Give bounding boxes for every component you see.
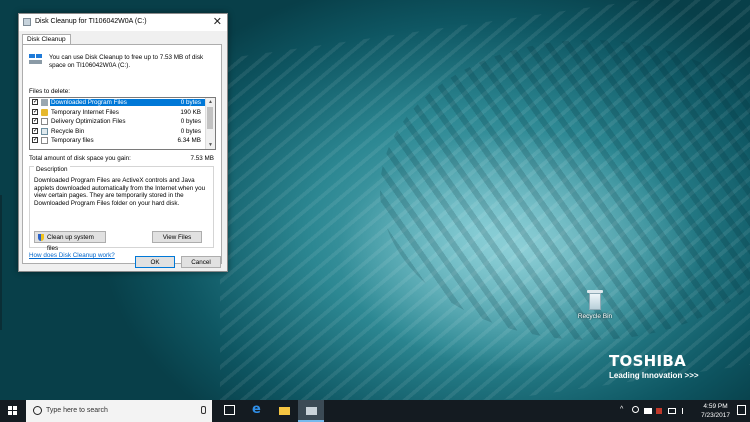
taskbar-clock[interactable]: 4:59 PM 7/23/2017	[701, 402, 730, 420]
list-item[interactable]: ✓ Delivery Optimization Files 0 bytes	[30, 117, 215, 127]
view-files-button[interactable]: View Files	[152, 231, 202, 243]
dialog-titlebar[interactable]: Disk Cleanup for TI106042W0A (C:) ✕	[19, 14, 227, 31]
folder-icon	[279, 407, 290, 415]
checkbox-delivery-optimization-files[interactable]: ✓	[32, 118, 38, 125]
total-label: Total amount of disk space you gain:	[29, 155, 131, 162]
battery-icon[interactable]	[668, 408, 676, 414]
chevron-up-icon[interactable]: ^	[620, 406, 623, 413]
scrollbar-thumb[interactable]	[207, 107, 213, 129]
recycle-bin-icon	[587, 290, 603, 310]
file-name: Delivery Optimization Files	[51, 118, 126, 126]
start-button[interactable]	[0, 400, 26, 422]
keyboard-icon[interactable]	[682, 408, 687, 414]
desktop-edge-strip	[0, 195, 2, 330]
task-view-button[interactable]	[216, 400, 242, 422]
files-to-delete-list[interactable]: ✓ Downloaded Program Files 0 bytes ✓ Tem…	[29, 97, 216, 150]
file-name: Temporary files	[51, 137, 94, 145]
checkbox-recycle-bin[interactable]: ✓	[32, 127, 38, 134]
brand-tagline: Leading Innovation >>>	[609, 371, 699, 380]
recycle-bin-label: Recycle Bin	[577, 313, 613, 320]
total-value: 7.53 MB	[190, 155, 214, 162]
checkbox-temporary-internet-files[interactable]: ✓	[32, 108, 38, 115]
total-space: Total amount of disk space you gain: 7.5…	[29, 155, 214, 162]
file-explorer-button[interactable]	[271, 400, 297, 422]
close-button[interactable]: ✕	[213, 15, 222, 29]
cortana-icon	[33, 406, 42, 415]
document-icon	[41, 118, 48, 126]
edge-button[interactable]: e	[244, 400, 270, 422]
microphone-icon[interactable]	[201, 406, 206, 414]
file-size: 190 KB	[180, 108, 201, 116]
taskbar-search-box[interactable]: Type here to search	[26, 400, 212, 422]
file-name: Downloaded Program Files	[50, 99, 187, 106]
toshiba-brand: TOSHIBA Leading Innovation >>>	[609, 352, 699, 380]
system-tray: ^ 4:59 PM 7/23/2017	[610, 400, 750, 422]
list-scrollbar[interactable]: ▲ ▼	[205, 98, 215, 149]
wifi-icon[interactable]	[632, 406, 639, 413]
file-size: 6.34 MB	[177, 137, 201, 145]
drive-icon	[29, 54, 43, 64]
tab-disk-cleanup[interactable]: Disk Cleanup	[22, 34, 71, 44]
help-link[interactable]: How does Disk Cleanup work?	[29, 252, 115, 259]
disk-cleanup-icon	[306, 407, 317, 415]
description-text: Downloaded Program Files are ActiveX con…	[34, 177, 206, 207]
recycle-bin-small-icon	[41, 127, 48, 135]
checkbox-downloaded-program-files[interactable]: ✓	[32, 99, 38, 105]
intro-text: You can use Disk Cleanup to free up to 7…	[49, 54, 204, 69]
ok-button[interactable]: OK	[135, 256, 175, 268]
checkbox-temporary-files[interactable]: ✓	[32, 137, 38, 144]
clock-time: 4:59 PM	[703, 403, 728, 410]
clock-date: 7/23/2017	[701, 412, 730, 419]
description-legend: Description	[34, 166, 70, 173]
task-view-icon	[224, 405, 235, 415]
dialog-title: Disk Cleanup for TI106042W0A (C:)	[35, 18, 147, 25]
chevron-down-icon[interactable]: ▼	[206, 141, 215, 149]
network-icon[interactable]	[656, 408, 662, 414]
list-item[interactable]: ✓ Downloaded Program Files 0 bytes	[30, 98, 215, 108]
list-item[interactable]: ✓ Temporary Internet Files 190 KB	[30, 108, 215, 118]
file-size: 0 bytes	[180, 127, 201, 135]
action-center-icon[interactable]	[737, 405, 746, 415]
list-item[interactable]: ✓ Temporary files 6.34 MB	[30, 136, 215, 146]
files-to-delete-label: Files to delete:	[29, 88, 70, 95]
file-name: Recycle Bin	[51, 127, 85, 135]
disk-cleanup-icon	[23, 18, 31, 26]
taskbar: Type here to search e ^ 4:59 PM 7/23/201…	[0, 400, 750, 422]
cancel-button[interactable]: Cancel	[181, 256, 221, 268]
brand-name: TOSHIBA	[609, 352, 687, 370]
volume-icon[interactable]	[644, 408, 652, 414]
tab-panel: You can use Disk Cleanup to free up to 7…	[22, 44, 222, 264]
uac-shield-icon	[38, 234, 44, 241]
disk-cleanup-taskbar-button[interactable]	[298, 400, 324, 422]
edge-icon: e	[252, 402, 261, 417]
file-size: 0 bytes	[180, 118, 201, 126]
lock-icon	[41, 108, 48, 116]
search-placeholder: Type here to search	[46, 407, 108, 414]
list-item[interactable]: ✓ Recycle Bin 0 bytes	[30, 127, 215, 137]
document-icon	[41, 137, 48, 145]
disk-cleanup-dialog: Disk Cleanup for TI106042W0A (C:) ✕ Disk…	[18, 13, 228, 272]
desktop-recycle-bin[interactable]: Recycle Bin	[574, 290, 616, 320]
clean-up-system-files-label: Clean up system files	[47, 234, 94, 252]
folder-icon	[41, 99, 48, 106]
chevron-up-icon[interactable]: ▲	[206, 98, 215, 106]
description-group: Description Downloaded Program Files are…	[29, 166, 214, 252]
clean-up-system-files-button[interactable]: Clean up system files	[34, 231, 106, 252]
file-name: Temporary Internet Files	[51, 108, 119, 116]
file-size: 0 bytes	[176, 99, 205, 106]
